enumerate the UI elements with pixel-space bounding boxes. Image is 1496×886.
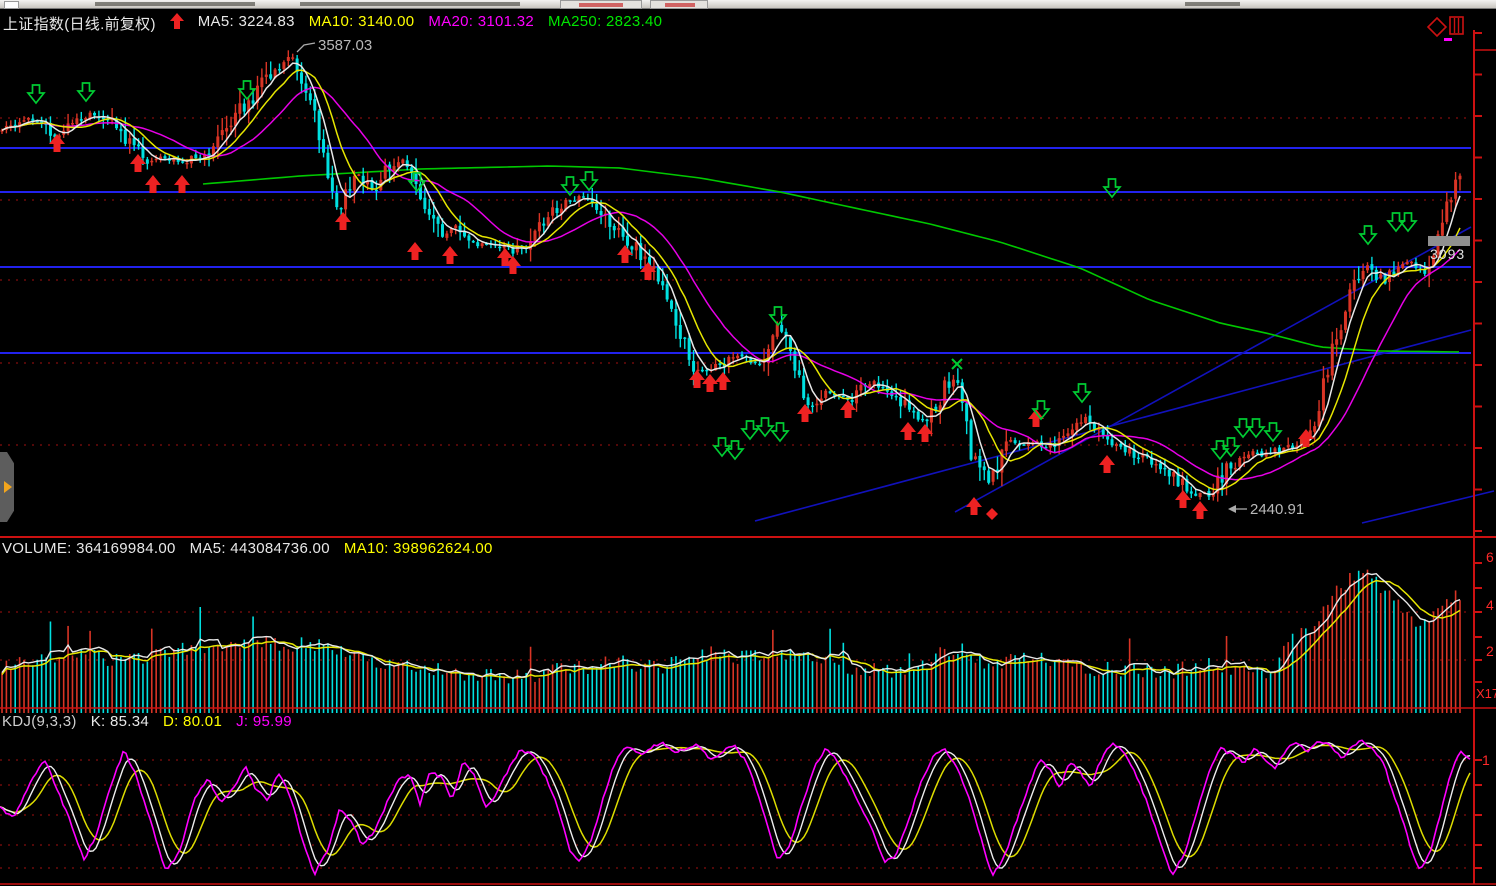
volume-multiplier-label: X17 (1476, 686, 1496, 701)
trading-terminal-window: 上证指数(日线.前复权) MA5: 3224.83 MA10: 3140.00 … (0, 0, 1496, 886)
kdj-params: KDJ(9,3,3) (2, 713, 77, 730)
volume-axis-label: 4 (1486, 597, 1494, 613)
volume-header: VOLUME: 364169984.00 MA5: 443084736.00 M… (2, 540, 493, 557)
kdj-d-value: D: 80.01 (162, 713, 223, 730)
up-arrow-icon (169, 13, 184, 34)
ma250-value: MA250: 2823.40 (548, 13, 663, 30)
instrument-title: 上证指数(日线.前复权) (3, 16, 156, 33)
kdj-j-value: J: 95.99 (236, 713, 292, 730)
kdj-header: KDJ(9,3,3) K: 85.34 D: 80.01 J: 95.99 (2, 713, 292, 730)
kdj-axis-label: 1 (1482, 752, 1490, 768)
peak-price-label: 3587.03 (318, 37, 373, 54)
last-price-tag: 3093 (1430, 246, 1466, 262)
chart-canvas[interactable] (0, 0, 1496, 886)
volume-value: VOLUME: 364169984.00 (2, 540, 176, 557)
low-price-label: 2440.91 (1250, 501, 1305, 518)
volume-ma5-value: MA5: 443084736.00 (189, 540, 330, 557)
last-price-marker (1428, 236, 1470, 246)
volume-axis-label: 6 (1486, 549, 1494, 565)
main-chart-header: 上证指数(日线.前复权) MA5: 3224.83 MA10: 3140.00 … (3, 13, 662, 34)
ma5-value: MA5: 3224.83 (197, 13, 295, 30)
ma10-value: MA10: 3140.00 (308, 13, 415, 30)
volume-ma10-value: MA10: 398962624.00 (343, 540, 493, 557)
volume-axis-label: 2 (1486, 643, 1494, 659)
expand-arrow-icon[interactable] (4, 481, 12, 493)
ma20-value: MA20: 3101.32 (428, 13, 535, 30)
kdj-k-value: K: 85.34 (90, 713, 149, 730)
